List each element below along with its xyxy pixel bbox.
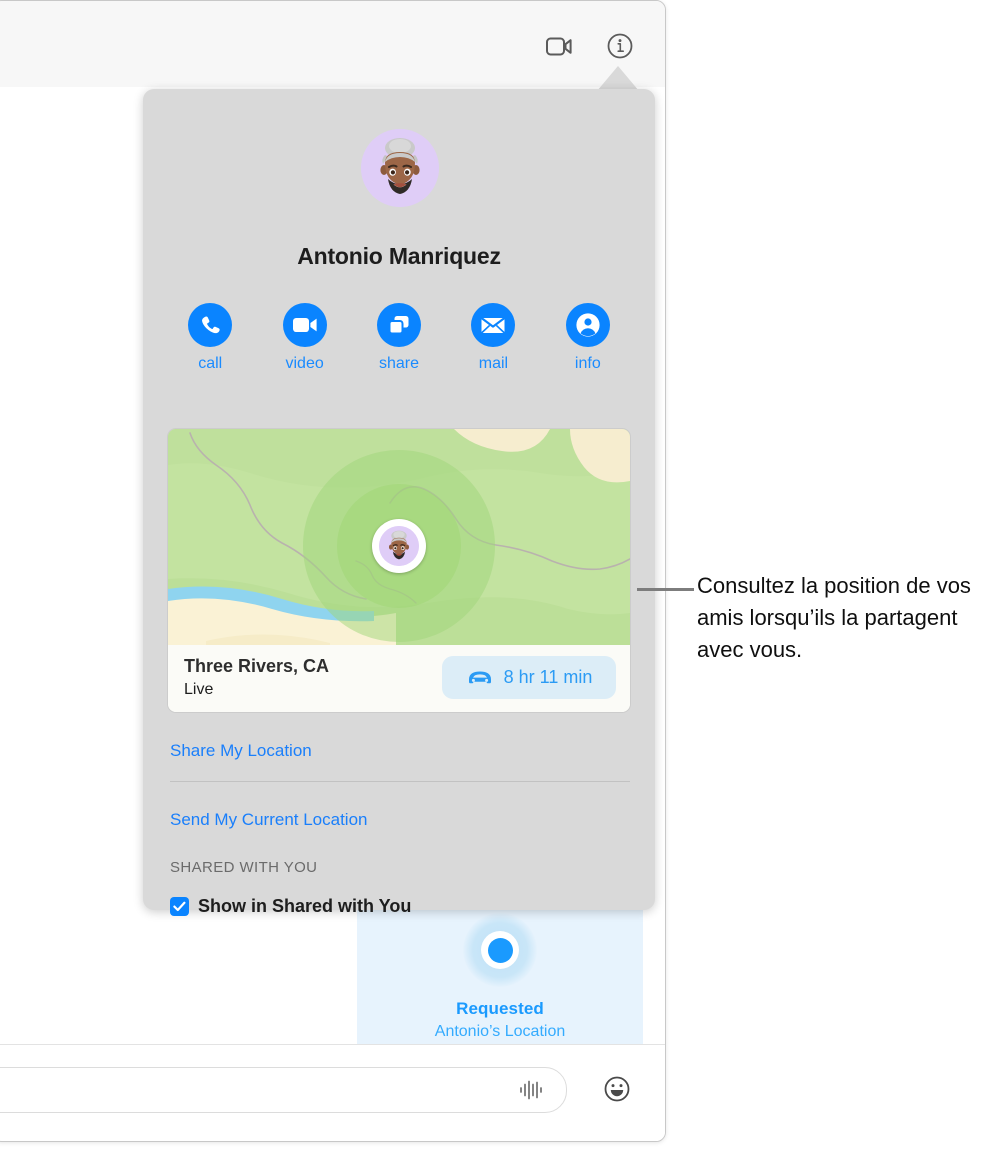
checkmark-icon <box>173 901 186 912</box>
audio-waveform-icon[interactable] <box>518 1080 544 1105</box>
video-camera-icon <box>292 318 317 332</box>
compose-bar <box>0 1044 665 1141</box>
info-circle-icon <box>607 33 633 59</box>
map-status-label: Live <box>184 681 214 698</box>
show-in-shared-with-you-checkbox[interactable] <box>170 897 189 916</box>
eta-pill[interactable]: 8 hr 11 min <box>442 656 616 699</box>
memoji-avatar <box>361 129 439 207</box>
info-button[interactable] <box>603 29 637 63</box>
call-button-label: call <box>198 355 223 372</box>
callout-leader-line <box>637 588 694 591</box>
phone-icon <box>202 316 220 334</box>
emoji-picker-button[interactable] <box>597 1069 637 1109</box>
video-button-label: video <box>285 355 324 372</box>
send-my-current-location-link[interactable]: Send My Current Location <box>170 810 368 830</box>
friend-location-pin[interactable] <box>372 519 426 573</box>
map-place-label: Three Rivers, CA <box>184 656 330 676</box>
person-circle-icon <box>576 313 600 337</box>
location-map-card[interactable]: Three Rivers, CA Live 8 hr 11 min <box>168 429 630 712</box>
video-camera-icon <box>546 37 572 55</box>
contact-avatar[interactable] <box>361 129 439 207</box>
memoji-avatar <box>379 526 419 566</box>
contact-action-row: call video share mail info <box>163 303 635 385</box>
window-toolbar <box>0 1 665 88</box>
map-footer: Three Rivers, CA Live 8 hr 11 min <box>168 645 630 712</box>
facetime-video-button[interactable] <box>542 29 576 63</box>
car-icon <box>468 671 491 684</box>
map-canvas[interactable] <box>168 429 630 645</box>
mail-button-label: mail <box>478 355 509 372</box>
info-action-button[interactable]: info <box>541 303 635 385</box>
mail-button[interactable]: mail <box>446 303 540 385</box>
eta-label: 8 hr 11 min <box>503 667 593 687</box>
share-my-location-link[interactable]: Share My Location <box>170 741 312 761</box>
popover-divider <box>170 781 630 782</box>
shared-with-you-header: SHARED WITH YOU <box>170 859 318 876</box>
show-in-shared-with-you-label: Show in Shared with You <box>198 896 412 916</box>
location-bubble-title: Requested <box>456 999 544 1018</box>
info-button-label: info <box>574 355 601 372</box>
callout-text: Consultez la position de vos amis lorsqu… <box>697 573 971 662</box>
share-button-label: share <box>379 355 420 372</box>
share-button[interactable]: share <box>352 303 446 385</box>
call-button[interactable]: call <box>163 303 257 385</box>
contact-name: Antonio Manriquez <box>297 243 501 269</box>
share-windows-icon <box>388 316 409 335</box>
message-input[interactable] <box>0 1067 567 1113</box>
location-bubble-subtitle: Antonio’s Location <box>434 1023 566 1040</box>
envelope-icon <box>481 316 506 334</box>
smiley-face-icon <box>604 1076 630 1102</box>
video-button[interactable]: video <box>257 303 351 385</box>
location-dot-icon <box>463 913 537 987</box>
show-in-shared-with-you-row[interactable]: Show in Shared with You <box>170 896 411 917</box>
